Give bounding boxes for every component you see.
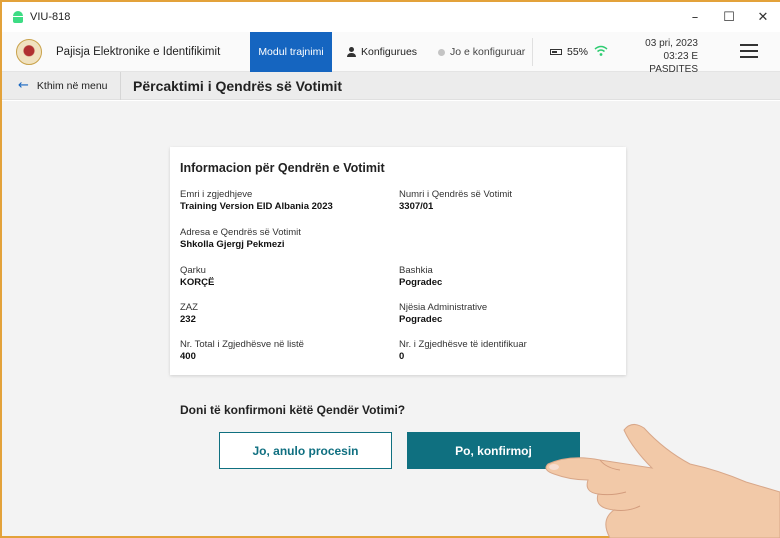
title-bar: VIU-818 – ☐ ✕ bbox=[2, 2, 780, 32]
field-center-number: Numri i Qendrës së Votimit 3307/01 bbox=[399, 189, 512, 212]
field-region: Qarku KORÇË bbox=[180, 265, 215, 288]
config-status-label: Jo e konfiguruar bbox=[450, 46, 526, 58]
battery-icon bbox=[550, 49, 562, 55]
hand-pointer-icon bbox=[545, 424, 780, 538]
battery-level: 55% bbox=[567, 46, 589, 58]
page-title: Përcaktimi i Qendrës së Votimit bbox=[133, 77, 343, 94]
field-total-voters: Nr. Total i Zgjedhësve në listë 400 bbox=[180, 339, 304, 362]
header-divider bbox=[532, 38, 533, 66]
field-identified-voters: Nr. i Zgjedhësve të identifikuar 0 bbox=[399, 339, 527, 362]
config-status: Jo e konfiguruar bbox=[438, 32, 525, 72]
card-title: Informacion për Qendrën e Votimit bbox=[180, 161, 385, 175]
back-label: Kthim në menu bbox=[36, 79, 108, 92]
sub-header: ← Kthim në menu Përcaktimi i Qendrës së … bbox=[2, 71, 780, 100]
status-dot-icon bbox=[438, 48, 445, 56]
battery-status: 55% bbox=[550, 32, 588, 72]
config-user-label: Konfigurues bbox=[361, 46, 418, 58]
voting-center-info-card: Informacion për Qendrën e Votimit Emri i… bbox=[170, 147, 626, 375]
field-municipality: Bashkia Pogradec bbox=[399, 265, 443, 288]
config-user[interactable]: Konfigurues bbox=[347, 32, 417, 72]
maximize-button[interactable]: ☐ bbox=[712, 2, 746, 32]
confirm-question: Doni të konfirmoni këtë Qendër Votimi? bbox=[180, 403, 406, 417]
close-button[interactable]: ✕ bbox=[746, 2, 780, 32]
field-admin-unit: Njësia Administrative Pogradec bbox=[399, 302, 488, 325]
android-icon bbox=[12, 11, 24, 23]
field-center-address: Adresa e Qendrës së Votimit Shkolla Gjer… bbox=[180, 227, 301, 250]
app-header: Pajisja Elektronike e Identifikimit Modu… bbox=[2, 32, 780, 75]
cancel-process-button[interactable]: Jo, anulo procesin bbox=[219, 432, 392, 469]
hamburger-menu-icon[interactable] bbox=[740, 44, 758, 58]
minimize-button[interactable]: – bbox=[678, 2, 712, 32]
wifi-icon bbox=[594, 45, 608, 56]
field-election-name: Emri i zgjedhjeve Training Version EID A… bbox=[180, 189, 333, 212]
datetime: 03 pri, 2023 03:23 E PASDITES bbox=[614, 37, 698, 76]
field-zaz: ZAZ 232 bbox=[180, 302, 198, 325]
back-to-menu-button[interactable]: ← Kthim në menu bbox=[2, 71, 121, 100]
window-title: VIU-818 bbox=[30, 11, 71, 23]
app-name: Pajisja Elektronike e Identifikimit bbox=[56, 45, 221, 58]
training-mode-badge[interactable]: Modul trajnimi bbox=[250, 32, 332, 72]
user-icon bbox=[347, 47, 356, 57]
arrow-left-icon: ← bbox=[18, 78, 29, 93]
emblem-logo-icon bbox=[16, 38, 42, 65]
date-text: 03 pri, 2023 bbox=[645, 38, 698, 49]
